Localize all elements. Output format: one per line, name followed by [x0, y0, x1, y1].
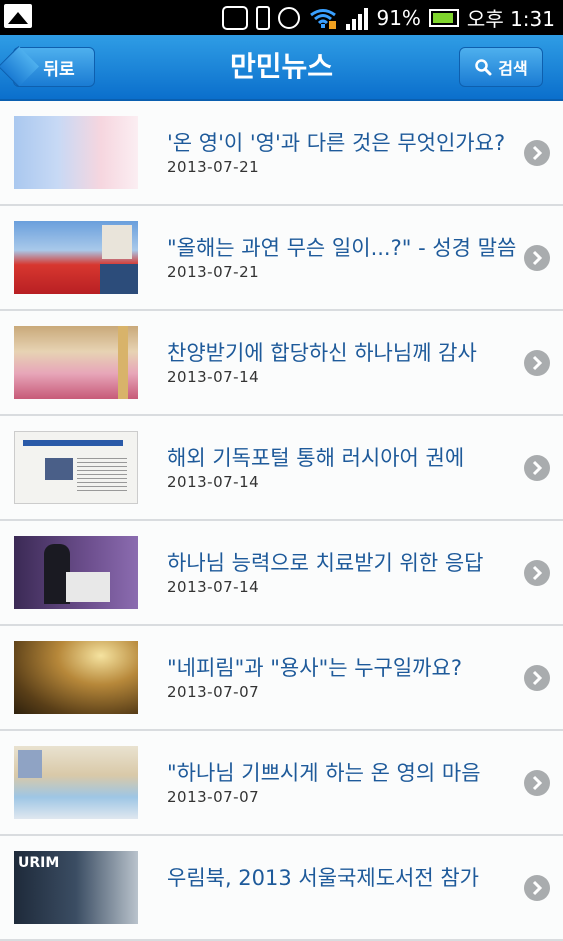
battery-icon: [428, 8, 459, 27]
article-title: 해외 기독포털 통해 러시아어 권에: [167, 446, 465, 470]
article-thumbnail: [14, 641, 138, 714]
article-title: "네피림"과 "용사"는 누구일까요?: [167, 656, 462, 680]
list-item[interactable]: '온 영'이 '영'과 다른 것은 무엇인가요? 2013-07-21: [0, 101, 563, 206]
list-item[interactable]: "네피림"과 "용사"는 누구일까요? 2013-07-07: [0, 626, 563, 731]
article-title: 하나님 능력으로 치료받기 위한 응답: [167, 551, 484, 575]
status-icons: 91% 오후 1:31: [222, 0, 555, 35]
alarm-icon: [278, 6, 301, 29]
search-button[interactable]: 검색: [459, 47, 543, 87]
search-icon: [475, 59, 492, 76]
back-button-label: 뒤로: [43, 59, 75, 80]
article-date: 2013-07-07: [167, 788, 260, 806]
chevron-right-icon: [524, 140, 550, 166]
list-item[interactable]: 찬양받기에 합당하신 하나님께 감사 2013-07-14: [0, 311, 563, 416]
article-thumbnail: [14, 536, 138, 609]
chevron-right-icon: [524, 665, 550, 691]
article-title: "올해는 과연 무슨 일이...?" - 성경 말씀: [167, 236, 517, 260]
list-item[interactable]: URIM 우림북, 2013 서울국제도서전 참가: [0, 836, 563, 941]
article-date: 2013-07-21: [167, 158, 260, 176]
status-bar: 91% 오후 1:31: [0, 0, 563, 35]
article-date: 2013-07-21: [167, 263, 260, 281]
article-thumbnail: [14, 746, 138, 819]
article-date: 2013-07-14: [167, 368, 260, 386]
article-thumbnail: [14, 431, 138, 504]
gallery-notification-icon: [4, 4, 32, 28]
list-item[interactable]: "하나님 기쁘시게 하는 온 영의 마음 2013-07-07: [0, 731, 563, 836]
list-item[interactable]: "올해는 과연 무슨 일이...?" - 성경 말씀 2013-07-21: [0, 206, 563, 311]
vibrate-icon: [256, 5, 271, 30]
chevron-right-icon: [524, 770, 550, 796]
article-title: 우림북, 2013 서울국제도서전 참가: [167, 866, 479, 890]
article-date: 2013-07-07: [167, 683, 260, 701]
search-button-label: 검색: [498, 59, 528, 78]
article-title: "하나님 기쁘시게 하는 온 영의 마음: [167, 761, 481, 785]
chevron-right-icon: [524, 455, 550, 481]
article-thumbnail: URIM: [14, 851, 138, 924]
article-thumbnail: [14, 326, 138, 399]
wifi-icon: [308, 6, 338, 30]
bbm-icon: [222, 5, 249, 30]
article-date: 2013-07-14: [167, 578, 260, 596]
app-header: 뒤로 만민뉴스 검색: [0, 35, 563, 101]
article-thumbnail: [14, 221, 138, 294]
chevron-right-icon: [524, 245, 550, 271]
article-date: 2013-07-14: [167, 473, 260, 491]
list-item[interactable]: 해외 기독포털 통해 러시아어 권에 2013-07-14: [0, 416, 563, 521]
chevron-right-icon: [524, 350, 550, 376]
clock: 오후 1:31: [466, 7, 555, 31]
list-item[interactable]: 하나님 능력으로 치료받기 위한 응답 2013-07-14: [0, 521, 563, 626]
article-thumbnail: [14, 116, 138, 189]
chevron-right-icon: [524, 560, 550, 586]
article-title: '온 영'이 '영'과 다른 것은 무엇인가요?: [167, 131, 506, 155]
chevron-right-icon: [524, 875, 550, 901]
signal-icon: [346, 6, 369, 30]
article-title: 찬양받기에 합당하신 하나님께 감사: [167, 341, 477, 365]
battery-percent: 91%: [376, 5, 421, 30]
news-list: '온 영'이 '영'과 다른 것은 무엇인가요? 2013-07-21 "올해는…: [0, 101, 563, 941]
